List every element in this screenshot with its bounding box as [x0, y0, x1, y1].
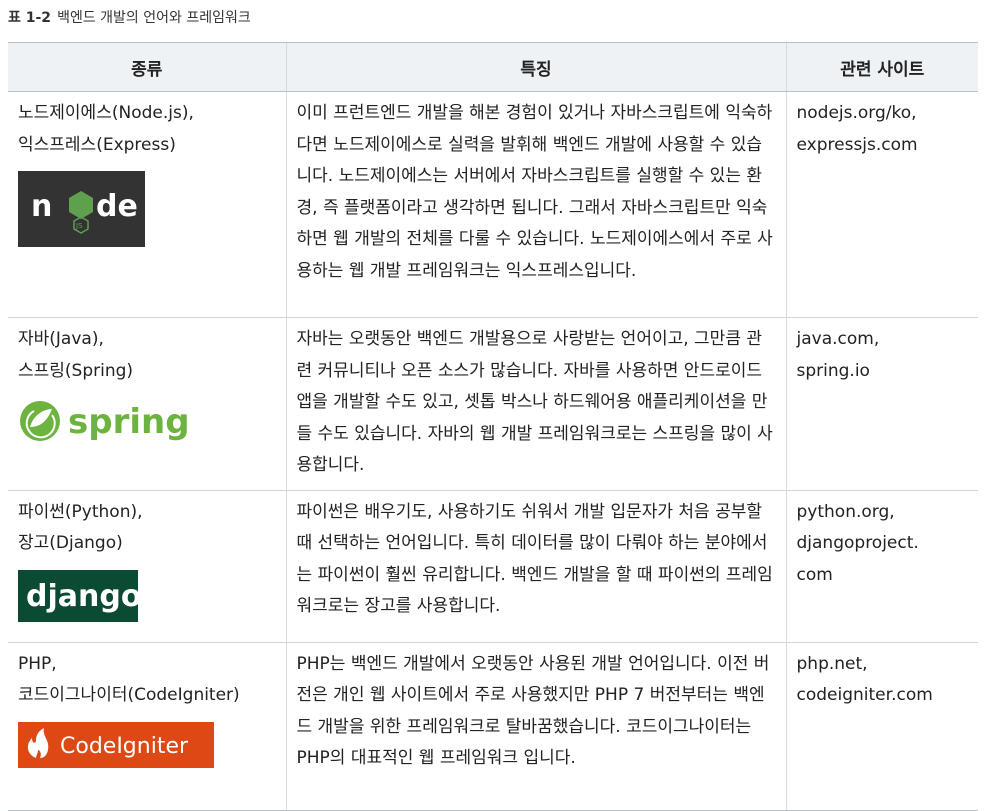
- type-name: 자바(Java),: [18, 329, 104, 349]
- description-cell: 자바는 오랫동안 백엔드 개발용으로 사랑받는 언어이고, 그만큼 관련 커뮤니…: [285, 317, 786, 491]
- site-link: java.com,: [796, 329, 880, 349]
- description-cell: 파이썬은 배우기도, 사용하기도 쉬워서 개발 입문자가 처음 공부할 때 선택…: [285, 490, 786, 643]
- type-name: 코드이그나이터(CodeIgniter): [18, 685, 240, 705]
- site-cell: java.com, spring.io: [785, 317, 978, 491]
- table-row: 노드제이에스(Node.js), 익스프레스(Express) n de JS …: [8, 91, 978, 318]
- type-name: 익스프레스(Express): [18, 134, 176, 155]
- site-link: nodejs.org/ko,: [796, 103, 917, 123]
- svg-text:spring: spring: [68, 402, 188, 442]
- node-logo: n de JS: [18, 171, 145, 247]
- svg-text:django: django: [26, 579, 138, 614]
- caption-title: 백엔드 개발의 언어와 프레임워크: [57, 10, 251, 26]
- site-link: php.net,: [796, 653, 868, 674]
- site-link: expressjs.com: [796, 134, 918, 155]
- site-cell: php.net, codeigniter.com: [785, 642, 978, 811]
- svg-text:de: de: [96, 189, 138, 224]
- type-cell: 자바(Java), 스프링(Spring) spring: [8, 317, 286, 491]
- description-cell: 이미 프런트엔드 개발을 해본 경험이 있거나 자바스크립트에 익숙하다면 노드…: [285, 91, 786, 318]
- framework-table: 종류 특징 관련 사이트 노드제이에스(Node.js), 익스프레스(Expr…: [8, 42, 978, 811]
- header-site: 관련 사이트: [785, 42, 978, 92]
- type-cell: 파이썬(Python), 장고(Django) django: [8, 490, 286, 643]
- site-link: djangoproject.: [796, 533, 919, 553]
- type-name: 노드제이에스(Node.js),: [18, 103, 194, 123]
- description-cell: PHP는 백엔드 개발에서 오랫동안 사용된 개발 언어입니다. 이전 버전은 …: [285, 642, 786, 811]
- svg-text:JS: JS: [75, 222, 83, 230]
- caption-label: 표 1-2: [8, 10, 52, 26]
- site-link: com: [796, 564, 833, 585]
- svg-text:n: n: [31, 189, 52, 224]
- site-link: python.org,: [796, 501, 895, 522]
- type-name: 장고(Django): [18, 533, 123, 553]
- header-row: 종류 특징 관련 사이트: [8, 42, 978, 92]
- table-caption: 표 1-2 백엔드 개발의 언어와 프레임워크: [8, 7, 251, 27]
- site-link: codeigniter.com: [796, 685, 933, 705]
- table-row: 자바(Java), 스프링(Spring) spring 자바는 오랫동안 백엔…: [8, 317, 978, 491]
- site-link: spring.io: [796, 360, 870, 381]
- svg-text:CodeIgniter: CodeIgniter: [60, 734, 189, 759]
- type-cell: 노드제이에스(Node.js), 익스프레스(Express) n de JS: [8, 91, 286, 318]
- table-row: PHP, 코드이그나이터(CodeIgniter) CodeIgniter PH…: [8, 642, 978, 811]
- header-features: 특징: [285, 42, 786, 92]
- table-row: 파이썬(Python), 장고(Django) django 파이썬은 배우기도…: [8, 490, 978, 643]
- type-name: 파이썬(Python),: [18, 501, 143, 522]
- header-type: 종류: [8, 42, 286, 92]
- site-cell: python.org, djangoproject. com: [785, 490, 978, 643]
- site-cell: nodejs.org/ko, expressjs.com: [785, 91, 978, 318]
- codeigniter-logo: CodeIgniter: [18, 721, 214, 768]
- type-name: PHP,: [18, 653, 57, 674]
- type-cell: PHP, 코드이그나이터(CodeIgniter) CodeIgniter: [8, 642, 286, 811]
- django-logo: django: [18, 569, 138, 622]
- spring-logo: spring: [20, 401, 188, 442]
- type-name: 스프링(Spring): [18, 360, 134, 381]
